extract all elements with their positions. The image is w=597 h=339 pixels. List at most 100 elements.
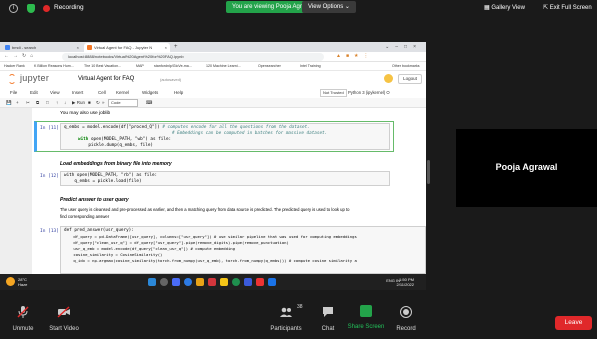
code-line: q_idx = np.argmax(cosine_similarity(torc… <box>64 258 357 263</box>
leave-button[interactable]: Leave <box>555 316 592 330</box>
start-video-button[interactable]: Start Video <box>44 305 84 332</box>
notebook-area: You may also use joblib In [11]: q_embs … <box>0 108 426 274</box>
exit-fullscreen-icon: ⇱ <box>543 5 550 11</box>
add-cell-icon[interactable]: + <box>16 98 19 108</box>
menu-help[interactable]: Help <box>174 88 183 98</box>
bookmark-item[interactable]: Intel Training <box>300 62 321 71</box>
record-button[interactable]: Record <box>392 305 420 332</box>
restart-icon[interactable]: ↻ <box>96 98 100 108</box>
jupyter-favicon-icon <box>87 45 92 50</box>
search-icon[interactable] <box>160 278 168 286</box>
close-tab-icon[interactable]: × <box>77 43 79 52</box>
app-icon[interactable] <box>256 278 264 286</box>
shared-screen: bmdi - search × Virtual Agent for FAQ - … <box>0 42 426 290</box>
weather-widget[interactable]: 28°C Haze <box>18 277 27 287</box>
bookmark-item[interactable]: Opensearcher <box>258 62 281 71</box>
file-explorer-icon[interactable] <box>196 278 204 286</box>
bookmark-item[interactable]: K Billion Reasons Hum... <box>34 62 74 71</box>
move-down-icon[interactable]: ↓ <box>64 98 66 108</box>
jupyter-menu-bar: File Edit View Insert Cell Kernel Widget… <box>0 88 426 98</box>
video-off-icon <box>57 306 70 318</box>
browser-tab-search[interactable]: bmdi - search × <box>2 43 82 52</box>
system-clock[interactable]: 1:50 PM 2/11/2022 <box>397 277 415 287</box>
menu-view[interactable]: View <box>50 88 60 98</box>
info-icon[interactable]: i <box>9 4 18 13</box>
zoom-bottom-toolbar: Unmute Start Video Participants 38 Chat … <box>0 301 597 339</box>
bookmark-item[interactable]: Hacker Rank <box>4 62 25 71</box>
code-line: q_embs = pickle.load(file) <box>64 179 142 184</box>
paste-icon[interactable]: □ <box>46 98 49 108</box>
weather-icon[interactable] <box>6 277 15 286</box>
shield-icon[interactable] <box>27 4 35 13</box>
code-comment: # Embeddings can be computed in batches … <box>172 131 328 136</box>
participants-count: 38 <box>297 304 303 310</box>
bookmark-item[interactable]: 120 Machine Learni... <box>206 62 241 71</box>
address-bar-row: ←→↻⌂ localhost:8888/notebooks/Virtual%20… <box>0 52 426 62</box>
keyboard-icon[interactable]: ⌨ <box>146 98 153 108</box>
resize-handle[interactable] <box>427 160 430 184</box>
zoom-window: i Recording You are viewing Pooja Agrawa… <box>0 0 597 339</box>
zoom-top-bar: i Recording You are viewing Pooja Agrawa… <box>0 0 597 17</box>
unmute-button[interactable]: Unmute <box>8 305 38 332</box>
bookmark-item[interactable]: Other bookmarks <box>392 62 420 71</box>
chat-button[interactable]: Chat <box>316 305 340 332</box>
brave-browser-icon[interactable] <box>208 278 216 286</box>
exit-full-screen-button[interactable]: ⇱ Exit Full Screen <box>543 4 592 11</box>
nav-buttons[interactable]: ←→↻⌂ <box>4 53 37 59</box>
bookmark-item[interactable]: The 10 Best Vacation... <box>84 62 121 71</box>
stop-icon[interactable]: ■ <box>88 98 91 108</box>
chrome-icon[interactable] <box>232 278 240 286</box>
run-button[interactable]: ▶ Run <box>72 98 85 108</box>
jupyter-toolbar: 💾 + ✂ ⧉ □ ↑ ↓ ▶ Run ■ ↻ » Code ⌨ <box>0 98 426 108</box>
windows-start-icon[interactable] <box>148 278 156 286</box>
record-icon <box>400 306 412 318</box>
copy-icon[interactable]: ⧉ <box>36 98 39 108</box>
browser-tab-jupyter[interactable]: Virtual Agent for FAQ - Jupyter N × <box>84 43 170 52</box>
bookmark-item[interactable]: MAP <box>136 62 144 71</box>
mail-icon[interactable] <box>268 278 276 286</box>
python-logo-icon <box>384 74 393 83</box>
share-screen-button[interactable]: Share Screen <box>346 305 386 330</box>
cell-type-select[interactable]: Code <box>108 99 138 107</box>
menu-file[interactable]: File <box>10 88 17 98</box>
cell-prompt-13: In [13]: <box>40 229 62 234</box>
speaker-video-tile[interactable]: Pooja Agrawal <box>456 129 597 207</box>
extension-icons[interactable]: ▲■★⋮ <box>336 53 373 59</box>
save-status: (autosaved) <box>160 77 182 82</box>
section-heading-predict: Predict answer to user query <box>60 197 129 203</box>
muted-microphone-icon <box>17 306 29 318</box>
new-tab-button[interactable]: + <box>174 42 178 52</box>
save-icon[interactable]: 💾 <box>6 98 12 108</box>
gallery-view-button[interactable]: ▦ Gallery View <box>484 4 525 11</box>
teams-icon[interactable] <box>244 278 252 286</box>
notebook-title[interactable]: Virtual Agent for FAQ <box>78 76 134 82</box>
jupyter-brand[interactable]: jupyter <box>20 73 49 83</box>
close-tab-icon[interactable]: × <box>165 43 167 52</box>
cell-prompt-12: In [12]: <box>40 174 62 179</box>
not-trusted-badge[interactable]: Not Trusted <box>320 89 347 97</box>
zoom-app-icon[interactable] <box>184 278 192 286</box>
menu-insert[interactable]: Insert <box>72 88 83 98</box>
chat-icon <box>323 307 333 317</box>
menu-kernel[interactable]: Kernel <box>116 88 129 98</box>
kernel-indicator[interactable]: Python 3 (ipykernel) O <box>348 88 390 98</box>
logout-button[interactable]: Logout <box>398 74 422 84</box>
code-line: q_embs = model.encode(df["proced_Q"]) <box>64 125 163 130</box>
fast-forward-icon[interactable]: » <box>102 98 105 108</box>
view-options-button[interactable]: View Options ⌄ <box>302 1 356 13</box>
task-view-icon[interactable] <box>172 278 180 286</box>
url-field[interactable]: localhost:8888/notebooks/Virtual%20Agent… <box>62 53 324 61</box>
cut-icon[interactable]: ✂ <box>26 98 30 108</box>
menu-widgets[interactable]: Widgets <box>142 88 158 98</box>
code-line: df_query["clean_usr_q"] = df_query["usr_… <box>64 240 289 245</box>
notebook-page: You may also use joblib In [11]: q_embs … <box>32 108 426 274</box>
jupyter-logo-icon[interactable] <box>8 74 16 84</box>
sticky-notes-icon[interactable] <box>220 278 228 286</box>
window-controls[interactable]: ⌄–□× <box>385 42 422 52</box>
menu-cell[interactable]: Cell <box>98 88 106 98</box>
code-line: df_query = pd.DataFrame([usr_query], col… <box>64 234 357 239</box>
menu-edit[interactable]: Edit <box>30 88 38 98</box>
bookmark-item[interactable]: stanfordnlp/GloVe-ma... <box>154 62 192 71</box>
share-screen-icon <box>360 305 372 317</box>
move-up-icon[interactable]: ↑ <box>56 98 58 108</box>
